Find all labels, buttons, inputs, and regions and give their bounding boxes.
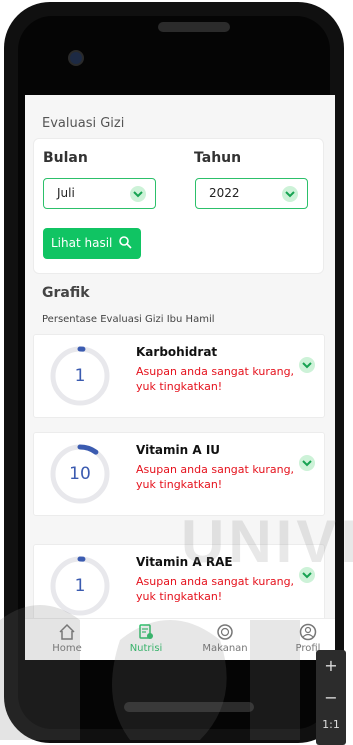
zoom-controls: + − 1:1 bbox=[316, 650, 346, 745]
zoom-reset-button[interactable]: 1:1 bbox=[316, 718, 346, 731]
view-results-button[interactable]: Lihat hasil bbox=[43, 228, 141, 259]
nutrient-status: Asupan anda sangat kurang, yuk tingkatka… bbox=[136, 365, 295, 393]
chevron-down-icon bbox=[130, 186, 146, 202]
search-icon bbox=[119, 236, 132, 252]
watermark-logo: UNIVER bbox=[181, 508, 353, 575]
chevron-down-icon[interactable] bbox=[299, 357, 315, 373]
section-title: Grafik bbox=[42, 285, 90, 301]
filter-card: Bulan Tahun Juli 2022 Lihat hasil bbox=[33, 138, 324, 274]
month-select-value: Juli bbox=[57, 186, 75, 200]
chevron-down-icon[interactable] bbox=[299, 455, 315, 471]
view-results-label: Lihat hasil bbox=[51, 236, 113, 250]
month-select[interactable]: Juli bbox=[43, 178, 156, 209]
year-select-value: 2022 bbox=[209, 186, 240, 200]
gauge-value: 10 bbox=[69, 464, 91, 484]
month-label: Bulan bbox=[43, 150, 88, 166]
watermark-shape bbox=[0, 605, 300, 740]
camera-icon bbox=[68, 50, 84, 66]
section-subtitle: Persentase Evaluasi Gizi Ibu Hamil bbox=[42, 314, 215, 325]
zoom-out-button[interactable]: − bbox=[316, 688, 346, 707]
year-select[interactable]: 2022 bbox=[195, 178, 308, 209]
year-label: Tahun bbox=[194, 150, 242, 166]
nutrient-card[interactable]: 10 Vitamin A IU Asupan anda sangat kuran… bbox=[33, 432, 325, 516]
nutrient-card[interactable]: 1 Karbohidrat Asupan anda sangat kurang,… bbox=[33, 334, 325, 418]
nutrient-name: Karbohidrat bbox=[136, 345, 218, 359]
nutrient-status: Asupan anda sangat kurang, yuk tingkatka… bbox=[136, 463, 295, 491]
nutrient-name: Vitamin A IU bbox=[136, 443, 221, 457]
page-title: Evaluasi Gizi bbox=[42, 116, 125, 131]
gauge-value: 1 bbox=[74, 366, 86, 386]
speaker-grill bbox=[158, 22, 230, 32]
chevron-down-icon bbox=[282, 186, 298, 202]
zoom-in-button[interactable]: + bbox=[316, 656, 346, 675]
